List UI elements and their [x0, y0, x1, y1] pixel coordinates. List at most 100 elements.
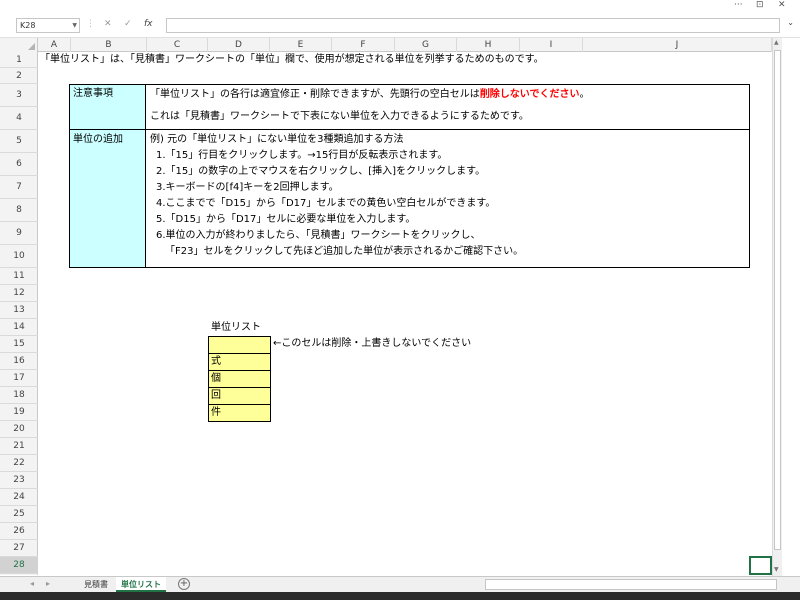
unit-cell[interactable]: 回 — [208, 387, 271, 405]
close-window-icon[interactable]: ✕ — [778, 0, 786, 10]
row-header[interactable]: 15 — [0, 336, 38, 353]
scroll-up-icon[interactable]: ▲ — [774, 39, 779, 46]
column-header-b[interactable]: B — [71, 38, 147, 52]
scrollbar-thumb[interactable] — [774, 50, 781, 550]
row-header[interactable]: 24 — [0, 489, 38, 506]
notice-body-cell[interactable]: 「単位リスト」の各行は適宜修正・削除できますが、先頭行の空白セルは削除しないでく… — [145, 84, 750, 130]
unit-value: 個 — [211, 373, 221, 384]
add-line: 例) 元の「単位リスト」にない単位を3種類追加する方法 — [150, 134, 404, 145]
selected-cell[interactable] — [749, 556, 772, 575]
vertical-scrollbar[interactable]: ▲ ▼ — [772, 38, 782, 578]
prev-sheet-icon[interactable]: ◂ — [30, 579, 34, 588]
row-header[interactable]: 17 — [0, 370, 38, 387]
row-header[interactable]: 10 — [0, 245, 38, 268]
notice-line-1: 「単位リスト」の各行は適宜修正・削除できますが、先頭行の空白セルは削除しないでく… — [150, 88, 590, 102]
row-header[interactable]: 5 — [0, 130, 38, 153]
unit-value: 件 — [211, 407, 221, 418]
name-box-value: K28 — [20, 21, 36, 30]
add-header-cell[interactable]: 単位の追加 — [69, 129, 146, 268]
row-header[interactable]: 3 — [0, 84, 38, 107]
notice-header: 注意事項 — [73, 88, 113, 99]
add-line: 5.「D15」から「D17」セルに必要な単位を入力します。 — [156, 214, 416, 225]
notice-warning-text: 削除しないでください — [479, 89, 580, 100]
add-line: 4.ここまでで「D15」から「D17」セルまでの黄色い空白セルができます。 — [156, 198, 496, 209]
row-header[interactable]: 19 — [0, 404, 38, 421]
sheet-tab-bar: ◂ ▸ 見積書 単位リスト + — [0, 576, 800, 592]
notice-header-cell[interactable]: 注意事項 — [69, 84, 146, 130]
notice-line-1-pre: 「単位リスト」の各行は適宜修正・削除できますが、先頭行の空白セルは — [150, 89, 480, 100]
column-header-a[interactable]: A — [38, 38, 71, 52]
row-header[interactable]: 14 — [0, 319, 38, 336]
column-header-f[interactable]: F — [332, 38, 395, 52]
unit-list-title: 単位リスト — [211, 322, 261, 333]
row-header[interactable]: 25 — [0, 506, 38, 523]
row-header[interactable]: 2 — [0, 68, 38, 84]
expand-formula-bar-icon[interactable]: ⌄ — [787, 18, 794, 27]
cancel-icon[interactable]: ✕ — [104, 19, 112, 29]
add-header: 単位の追加 — [73, 134, 123, 145]
notice-line-2: これは「見積書」ワークシートで下表にない単位を入力できるようにするためです。 — [150, 111, 529, 122]
more-options-icon[interactable]: ··· — [734, 0, 743, 10]
row-header[interactable]: 1 — [0, 52, 38, 68]
unit-cell[interactable]: 式 — [208, 353, 271, 371]
intro-text: 「単位リスト」は、「見積書」ワークシートの「単位」欄で、使用が想定される単位を列… — [40, 54, 544, 65]
row-header[interactable]: 11 — [0, 268, 38, 285]
unit-cell[interactable]: 個 — [208, 370, 271, 388]
horizontal-scrollbar[interactable] — [485, 579, 777, 590]
column-header-e[interactable]: E — [270, 38, 332, 52]
unit-cell[interactable]: 件 — [208, 404, 271, 422]
add-line: 「F23」セルをクリックして先ほど追加した単位が表示されるかご確認下さい。 — [165, 246, 524, 257]
add-line: 1.「15」行目をクリックします。→15行目が反転表示されます。 — [156, 150, 448, 161]
restore-window-icon[interactable]: ⊡ — [756, 0, 764, 10]
enter-icon[interactable]: ✓ — [124, 19, 132, 29]
row-header[interactable]: 26 — [0, 523, 38, 540]
cell-area[interactable]: 「単位リスト」は、「見積書」ワークシートの「単位」欄で、使用が想定される単位を列… — [38, 52, 778, 575]
window-titlebar: ··· ⊡ ✕ — [0, 0, 800, 14]
add-line: 6.単位の入力が終わりましたら、「見積書」ワークシートをクリックし、 — [156, 230, 481, 241]
select-all-corner[interactable] — [0, 38, 38, 52]
unit-value: 式 — [211, 356, 221, 367]
name-box[interactable]: K28 ▼ — [16, 18, 80, 33]
row-header[interactable]: 9 — [0, 222, 38, 245]
row-header[interactable]: 8 — [0, 199, 38, 222]
add-sheet-icon[interactable]: + — [178, 578, 190, 590]
taskbar-strip — [0, 592, 800, 600]
row-header[interactable]: 21 — [0, 438, 38, 455]
formula-input[interactable] — [166, 18, 780, 33]
unit-value: 回 — [211, 390, 221, 401]
row-headers: 1 2 3 4 5 6 7 8 9 10 11 12 13 14 15 16 1… — [0, 52, 38, 575]
worksheet-grid[interactable]: A B C D E F G H I J 1 2 3 4 5 6 7 8 9 10… — [0, 38, 778, 575]
add-body-cell[interactable]: 例) 元の「単位リスト」にない単位を3種類追加する方法 1.「15」行目をクリッ… — [145, 129, 750, 268]
row-header[interactable]: 6 — [0, 153, 38, 176]
column-header-d[interactable]: D — [208, 38, 270, 52]
row-header[interactable]: 4 — [0, 107, 38, 130]
sheet-tab-estimate[interactable]: 見積書 — [78, 577, 114, 592]
row-header[interactable]: 7 — [0, 176, 38, 199]
next-sheet-icon[interactable]: ▸ — [46, 579, 50, 588]
column-header-i[interactable]: I — [520, 38, 583, 52]
unit-note: ←このセルは削除・上書きしないでください — [273, 338, 472, 349]
row-header[interactable]: 12 — [0, 285, 38, 302]
sheet-tab-unit-list[interactable]: 単位リスト — [116, 577, 166, 592]
column-header-g[interactable]: G — [395, 38, 457, 52]
formula-buttons: ⋮ ✕ ✓ fx — [86, 18, 166, 33]
more-icon: ⋮ — [86, 19, 95, 29]
column-header-c[interactable]: C — [147, 38, 208, 52]
column-header-h[interactable]: H — [457, 38, 520, 52]
notice-line-1-post: 。 — [579, 89, 590, 100]
row-header[interactable]: 18 — [0, 387, 38, 404]
insert-function-icon[interactable]: fx — [144, 19, 153, 29]
scroll-down-icon[interactable]: ▼ — [774, 566, 779, 573]
row-header-selected[interactable]: 28 — [0, 557, 38, 574]
chevron-down-icon[interactable]: ▼ — [72, 19, 77, 32]
row-header[interactable]: 13 — [0, 302, 38, 319]
column-header-j[interactable]: J — [583, 38, 772, 52]
row-header[interactable]: 22 — [0, 455, 38, 472]
row-header[interactable]: 27 — [0, 540, 38, 557]
unit-cell-blank[interactable] — [208, 336, 271, 354]
add-line: 2.「15」の数字の上でマウスを右クリックし、[挿入]をクリックします。 — [156, 166, 486, 177]
row-header[interactable]: 20 — [0, 421, 38, 438]
row-header[interactable]: 23 — [0, 472, 38, 489]
add-line: 3.キーボードの[f4]キーを2回押します。 — [156, 182, 339, 193]
row-header[interactable]: 16 — [0, 353, 38, 370]
